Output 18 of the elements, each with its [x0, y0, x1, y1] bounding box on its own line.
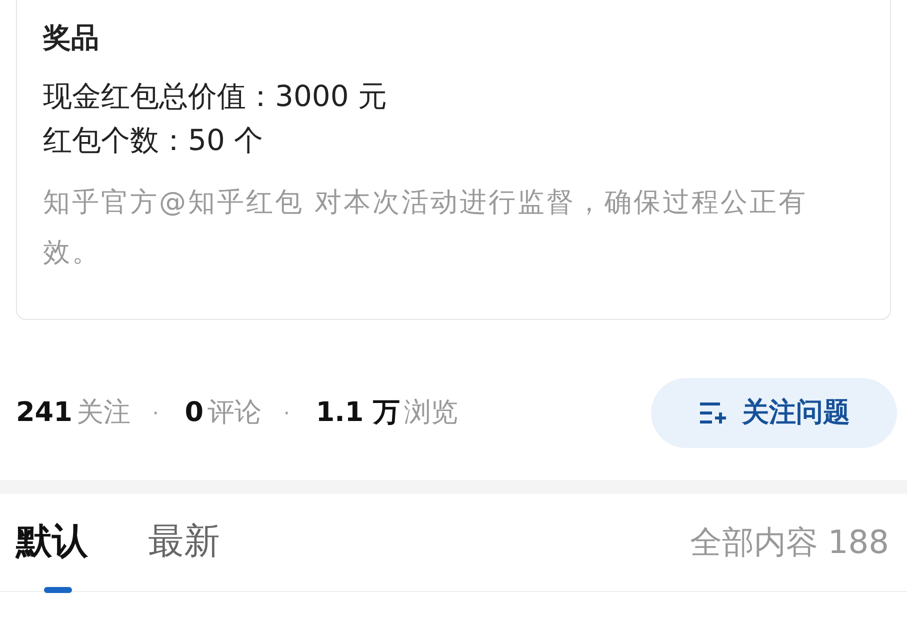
stat-value: 0 — [184, 396, 204, 430]
stat-label: 浏览 — [404, 396, 458, 430]
stat-label: 关注 — [76, 396, 130, 430]
sort-tab[interactable]: 默认 — [16, 517, 88, 567]
sort-tab[interactable]: 最新 — [148, 517, 220, 567]
tab-indicator — [44, 587, 72, 593]
stat-label: 评论 — [208, 396, 262, 430]
content-count: 全部内容 188 — [690, 522, 890, 563]
add-list-icon — [698, 401, 728, 425]
card-title: 奖品 — [43, 20, 100, 56]
prize-detail: 红包个数：50 个 — [43, 122, 264, 159]
prize-detail: 现金红包总价值：3000 元 — [43, 78, 388, 115]
stat-value: 241 — [16, 396, 72, 430]
follow-question-button[interactable]: 关注问题 — [651, 378, 897, 448]
separator-dot: · — [152, 400, 159, 427]
supervision-note: 知乎官方@知乎红包 对本次活动进行监督，确保过程公正有效。 — [43, 186, 809, 270]
stat-value: 1.1 万 — [316, 396, 400, 430]
separator-dot: · — [284, 400, 290, 427]
